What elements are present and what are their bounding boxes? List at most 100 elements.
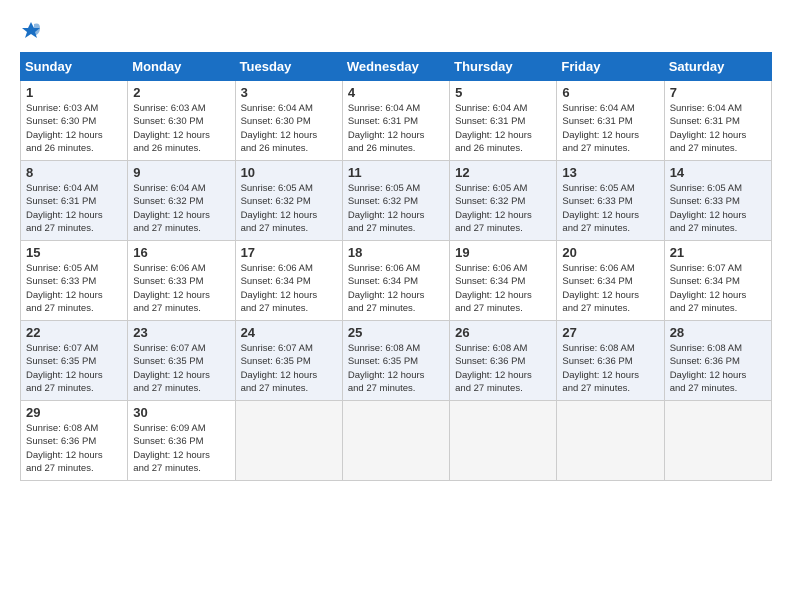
day-cell-16: 16 Sunrise: 6:06 AMSunset: 6:33 PMDayligh… [128, 241, 235, 321]
day-info: Sunrise: 6:06 AMSunset: 6:34 PMDaylight:… [455, 262, 551, 315]
day-cell-19: 19 Sunrise: 6:06 AMSunset: 6:34 PMDayligh… [450, 241, 557, 321]
day-header-saturday: Saturday [664, 53, 771, 81]
day-number: 12 [455, 165, 551, 180]
day-cell-22: 22Sunrise: 6:07 AMSunset: 6:35 PMDayligh… [21, 321, 128, 401]
day-number: 24 [241, 325, 337, 340]
day-cell-17: 17 Sunrise: 6:06 AMSunset: 6:34 PMDayligh… [235, 241, 342, 321]
day-info: Sunrise: 6:05 AMSunset: 6:32 PMDaylight:… [455, 182, 551, 235]
day-number: 23 [133, 325, 229, 340]
day-cell-7: 7 Sunrise: 6:04 AMSunset: 6:31 PMDaylight… [664, 81, 771, 161]
day-info: Sunrise: 6:06 AMSunset: 6:34 PMDaylight:… [241, 262, 337, 315]
day-info: Sunrise: 6:05 AMSunset: 6:33 PMDaylight:… [26, 262, 122, 315]
day-info: Sunrise: 6:05 AMSunset: 6:33 PMDaylight:… [670, 182, 766, 235]
day-info: Sunrise: 6:08 AMSunset: 6:36 PMDaylight:… [562, 342, 658, 395]
day-cell-23: 23 Sunrise: 6:07 AMSunset: 6:35 PMDayligh… [128, 321, 235, 401]
day-cell-3: 3 Sunrise: 6:04 AMSunset: 6:30 PMDaylight… [235, 81, 342, 161]
day-number: 19 [455, 245, 551, 260]
day-info: Sunrise: 6:04 AMSunset: 6:31 PMDaylight:… [455, 102, 551, 155]
day-number: 2 [133, 85, 229, 100]
day-info: Sunrise: 6:07 AMSunset: 6:34 PMDaylight:… [670, 262, 766, 315]
day-info: Sunrise: 6:04 AMSunset: 6:31 PMDaylight:… [670, 102, 766, 155]
day-cell-21: 21 Sunrise: 6:07 AMSunset: 6:34 PMDayligh… [664, 241, 771, 321]
day-number: 20 [562, 245, 658, 260]
day-cell-11: 11 Sunrise: 6:05 AMSunset: 6:32 PMDayligh… [342, 161, 449, 241]
day-number: 18 [348, 245, 444, 260]
day-info: Sunrise: 6:06 AMSunset: 6:34 PMDaylight:… [348, 262, 444, 315]
logo [20, 20, 46, 42]
empty-cell [557, 401, 664, 481]
empty-cell [235, 401, 342, 481]
day-info: Sunrise: 6:04 AMSunset: 6:32 PMDaylight:… [133, 182, 229, 235]
day-cell-6: 6Sunrise: 6:04 AMSunset: 6:31 PMDaylight… [557, 81, 664, 161]
day-info: Sunrise: 6:08 AMSunset: 6:36 PMDaylight:… [455, 342, 551, 395]
day-cell-29: 29 Sunrise: 6:08 AMSunset: 6:36 PMDayligh… [21, 401, 128, 481]
day-cell-30: 30 Sunrise: 6:09 AMSunset: 6:36 PMDayligh… [128, 401, 235, 481]
empty-cell [664, 401, 771, 481]
day-info: Sunrise: 6:03 AMSunset: 6:30 PMDaylight:… [133, 102, 229, 155]
day-info: Sunrise: 6:06 AMSunset: 6:34 PMDaylight:… [562, 262, 658, 315]
day-cell-18: 18 Sunrise: 6:06 AMSunset: 6:34 PMDayligh… [342, 241, 449, 321]
day-number: 25 [348, 325, 444, 340]
day-info: Sunrise: 6:08 AMSunset: 6:35 PMDaylight:… [348, 342, 444, 395]
day-info: Sunrise: 6:04 AMSunset: 6:31 PMDaylight:… [26, 182, 122, 235]
day-cell-1: 1Sunrise: 6:03 AMSunset: 6:30 PMDaylight… [21, 81, 128, 161]
day-number: 14 [670, 165, 766, 180]
week-row-1: 1Sunrise: 6:03 AMSunset: 6:30 PMDaylight… [21, 81, 772, 161]
day-cell-5: 5 Sunrise: 6:04 AMSunset: 6:31 PMDaylight… [450, 81, 557, 161]
day-info: Sunrise: 6:08 AMSunset: 6:36 PMDaylight:… [26, 422, 122, 475]
day-info: Sunrise: 6:05 AMSunset: 6:32 PMDaylight:… [348, 182, 444, 235]
day-cell-4: 4Sunrise: 6:04 AMSunset: 6:31 PMDaylight… [342, 81, 449, 161]
day-info: Sunrise: 6:07 AMSunset: 6:35 PMDaylight:… [241, 342, 337, 395]
day-info: Sunrise: 6:04 AMSunset: 6:31 PMDaylight:… [562, 102, 658, 155]
day-info: Sunrise: 6:06 AMSunset: 6:33 PMDaylight:… [133, 262, 229, 315]
empty-cell [450, 401, 557, 481]
day-cell-25: 25 Sunrise: 6:08 AMSunset: 6:35 PMDayligh… [342, 321, 449, 401]
day-info: Sunrise: 6:04 AMSunset: 6:30 PMDaylight:… [241, 102, 337, 155]
day-number: 29 [26, 405, 122, 420]
day-header-monday: Monday [128, 53, 235, 81]
day-cell-12: 12 Sunrise: 6:05 AMSunset: 6:32 PMDayligh… [450, 161, 557, 241]
day-number: 8 [26, 165, 122, 180]
day-cell-10: 10Sunrise: 6:05 AMSunset: 6:32 PMDayligh… [235, 161, 342, 241]
day-header-wednesday: Wednesday [342, 53, 449, 81]
day-number: 30 [133, 405, 229, 420]
day-header-sunday: Sunday [21, 53, 128, 81]
day-number: 16 [133, 245, 229, 260]
day-cell-14: 14 Sunrise: 6:05 AMSunset: 6:33 PMDayligh… [664, 161, 771, 241]
day-cell-28: 28Sunrise: 6:08 AMSunset: 6:36 PMDayligh… [664, 321, 771, 401]
day-number: 5 [455, 85, 551, 100]
day-number: 7 [670, 85, 766, 100]
empty-cell [342, 401, 449, 481]
day-info: Sunrise: 6:04 AMSunset: 6:31 PMDaylight:… [348, 102, 444, 155]
week-row-4: 22 Sunrise: 6:07 AMSunset: 6:35 PMDayligh… [21, 321, 772, 401]
day-cell-9: 9 Sunrise: 6:04 AMSunset: 6:32 PMDaylight… [128, 161, 235, 241]
calendar-header-row: SundayMondayTuesdayWednesdayThursdayFrid… [21, 53, 772, 81]
day-info: Sunrise: 6:05 AMSunset: 6:33 PMDaylight:… [562, 182, 658, 235]
day-cell-20: 20 Sunrise: 6:06 AMSunset: 6:34 PMDayligh… [557, 241, 664, 321]
day-cell-8: 8 Sunrise: 6:04 AMSunset: 6:31 PMDaylight… [21, 161, 128, 241]
day-info: Sunrise: 6:03 AMSunset: 6:30 PMDaylight:… [26, 102, 122, 155]
day-header-tuesday: Tuesday [235, 53, 342, 81]
day-number: 11 [348, 165, 444, 180]
logo-icon [20, 20, 42, 42]
day-number: 21 [670, 245, 766, 260]
week-row-5: 29 Sunrise: 6:08 AMSunset: 6:36 PMDayligh… [21, 401, 772, 481]
day-number: 17 [241, 245, 337, 260]
day-cell-13: 13 Sunrise: 6:05 AMSunset: 6:33 PMDayligh… [557, 161, 664, 241]
day-info: Sunrise: 6:07 AMSunset: 6:35 PMDaylight:… [133, 342, 229, 395]
day-number: 15 [26, 245, 122, 260]
day-number: 26 [455, 325, 551, 340]
day-number: 3 [241, 85, 337, 100]
day-info: Sunrise: 6:09 AMSunset: 6:36 PMDaylight:… [133, 422, 229, 475]
day-number: 9 [133, 165, 229, 180]
calendar-table: SundayMondayTuesdayWednesdayThursdayFrid… [20, 52, 772, 481]
day-number: 13 [562, 165, 658, 180]
day-header-friday: Friday [557, 53, 664, 81]
day-number: 22 [26, 325, 122, 340]
day-cell-27: 27 Sunrise: 6:08 AMSunset: 6:36 PMDayligh… [557, 321, 664, 401]
day-number: 28 [670, 325, 766, 340]
day-number: 27 [562, 325, 658, 340]
page-header [20, 20, 772, 42]
week-row-3: 15 Sunrise: 6:05 AMSunset: 6:33 PMDayligh… [21, 241, 772, 321]
day-cell-2: 2 Sunrise: 6:03 AMSunset: 6:30 PMDaylight… [128, 81, 235, 161]
